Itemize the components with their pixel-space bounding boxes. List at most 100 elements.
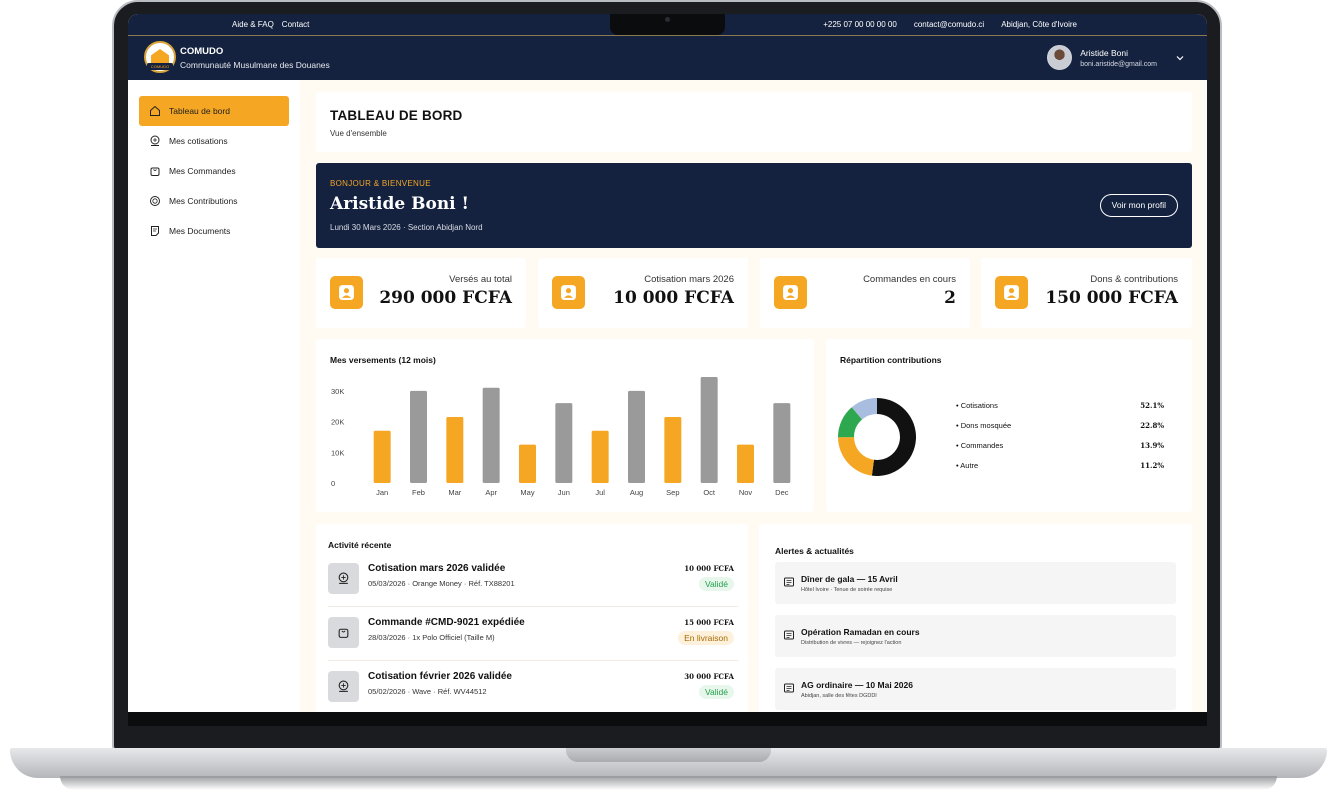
alert-item[interactable]: Dîner de gala — 15 Avril Hôtel Ivoire · … [775, 562, 1176, 604]
y-tick-label: 0 [331, 479, 335, 488]
alerts-title: Alertes & actualités [775, 546, 854, 556]
bar-dec [773, 403, 791, 483]
x-tick-label: Dec [775, 488, 789, 497]
bar-oct [700, 377, 718, 483]
legend-label: • Dons mosquée [956, 421, 1012, 430]
stat-label: Dons & contributions [1090, 274, 1178, 285]
y-tick-label: 10K [331, 448, 344, 457]
laptop-shadow [60, 776, 1277, 790]
bag-icon [150, 167, 160, 176]
activity-icon-box [328, 671, 359, 702]
x-tick-label: Oct [703, 488, 716, 497]
brand-name: COMUDO [180, 46, 224, 57]
activity-detail: 05/03/2026 · Orange Money · Réf. TX88201 [368, 579, 515, 588]
alert-title: Dîner de gala — 15 Avril [801, 574, 898, 584]
bar-jun [555, 403, 573, 483]
stat-card-donations: Dons & contributions 150 000 FCFA [981, 258, 1192, 328]
activity-detail: 05/02/2026 · Wave · Réf. WV44512 [368, 687, 487, 696]
stat-value: 290 000 FCFA [379, 288, 512, 308]
alert-item[interactable]: Opération Ramadan en cours Distribution … [775, 615, 1176, 657]
activity-title-text: Cotisation février 2026 validée [368, 671, 512, 682]
sidebar-item-label: Tableau de bord [169, 106, 230, 116]
welcome-kicker: BONJOUR & BIENVENUE [330, 179, 431, 188]
page-title: TABLEAU DE BORD [330, 108, 463, 123]
coins-icon [150, 135, 160, 146]
bar-jan [373, 430, 391, 483]
legend-row: • Autre 11.2% [956, 461, 1164, 481]
newspaper-icon [784, 683, 794, 693]
donut-slice-1 [871, 398, 916, 476]
contributions-donut-chart [838, 398, 916, 476]
activity-icon-box [328, 617, 359, 648]
payments-bar-chart: 0 10K 20K 30K Jan Feb Mar Apr May Jun Jul Aug Sep Oct… [331, 377, 791, 497]
legend-row: • Cotisations 52.1% [956, 401, 1164, 421]
x-tick-label: Jun [558, 488, 570, 497]
app-header: COMUDO COMUDO Communauté Musulmane des D… [128, 35, 1207, 80]
user-icon [783, 285, 798, 300]
user-menu[interactable]: Aristide Boni boni.aristide@gmail.com [1047, 45, 1185, 70]
alert-title: Opération Ramadan en cours [801, 627, 920, 637]
x-tick-label: Nov [739, 488, 753, 497]
y-tick-label: 30K [331, 387, 344, 396]
bar-may [519, 444, 536, 483]
status-badge: Validé [699, 685, 734, 699]
x-tick-label: Mar [448, 488, 461, 497]
sidebar-item-documents[interactable]: Mes Documents [139, 216, 289, 246]
page-subtitle: Vue d'ensemble [330, 129, 387, 138]
alert-item[interactable]: AG ordinaire — 10 Mai 2026 Abidjan, sall… [775, 668, 1176, 710]
alerts-card: Alertes & actualités Dîner de gala — 15 … [759, 524, 1192, 712]
activity-amount: 15 000 FCFA [684, 618, 734, 627]
bar-sep [664, 416, 682, 483]
contact-email: contact@comudo.ci [913, 20, 985, 29]
sidebar: Tableau de bord Mes cotisations Mes Comm… [128, 80, 300, 712]
alert-detail: Hôtel Ivoire · Tenue de soirée requise [801, 587, 893, 593]
sidebar-item-label: Mes Commandes [169, 166, 236, 176]
sidebar-item-cotisations[interactable]: Mes cotisations [139, 126, 289, 156]
contact-link[interactable]: Contact [282, 20, 310, 29]
chevron-down-icon[interactable] [1175, 53, 1185, 63]
x-tick-label: Apr [485, 488, 497, 497]
stat-icon-box [552, 276, 585, 309]
stat-icon-box [995, 276, 1028, 309]
location-text: Abidjan, Côte d'Ivoire [1001, 20, 1077, 29]
view-profile-button[interactable]: Voir mon profil [1099, 194, 1178, 217]
help-link[interactable]: Aide & FAQ [232, 20, 274, 29]
user-icon [1004, 285, 1019, 300]
stat-value: 150 000 FCFA [1045, 288, 1178, 308]
stat-icon-box [330, 276, 363, 309]
sidebar-item-dashboard[interactable]: Tableau de bord [139, 96, 289, 126]
avatar [1047, 45, 1073, 70]
legend-value: 11.2% [1140, 461, 1164, 470]
x-tick-label: Feb [412, 488, 425, 497]
alert-detail: Abidjan, salle des fêtes DGDDI [801, 693, 877, 699]
sidebar-item-commandes[interactable]: Mes Commandes [139, 156, 289, 186]
y-tick-label: 20K [331, 418, 344, 427]
stat-card-total: Versés au total 290 000 FCFA [316, 258, 526, 328]
x-tick-label: May [520, 488, 534, 497]
activity-row[interactable]: Cotisation février 2026 validée 05/02/20… [328, 667, 738, 712]
newspaper-icon [784, 630, 794, 640]
logo-caption: COMUDO [147, 63, 173, 70]
activity-title: Activité récente [328, 540, 392, 550]
activity-row[interactable]: Commande #CMD-9021 expédiée 28/03/2026 ·… [328, 613, 738, 661]
user-icon [339, 285, 354, 300]
stat-label: Versés au total [449, 274, 512, 285]
legend-value: 52.1% [1140, 401, 1164, 410]
sidebar-item-contributions[interactable]: Mes Contributions [139, 186, 289, 216]
laptop-opening-notch [566, 748, 771, 762]
legend-value: 22.8% [1140, 421, 1164, 430]
page-header-card: TABLEAU DE BORD Vue d'ensemble [316, 92, 1192, 152]
phone-number: +225 07 00 00 00 00 [823, 20, 897, 29]
sidebar-item-label: Mes cotisations [169, 136, 228, 146]
coins-icon [338, 572, 349, 584]
status-badge: Validé [699, 577, 734, 591]
activity-row[interactable]: Cotisation mars 2026 validée 05/03/2026 … [328, 559, 738, 607]
payments-chart-card: Mes versements (12 mois) 0 10K 20K 30K Jan Fe… [316, 339, 814, 512]
bag-icon [338, 628, 349, 638]
legend-row: • Commandes 13.9% [956, 441, 1164, 461]
brand-logo[interactable]: COMUDO [144, 41, 176, 73]
coin-icon [150, 196, 160, 206]
bar-feb [410, 390, 427, 483]
stat-icon-box [774, 276, 807, 309]
x-tick-label: Jul [595, 488, 605, 497]
